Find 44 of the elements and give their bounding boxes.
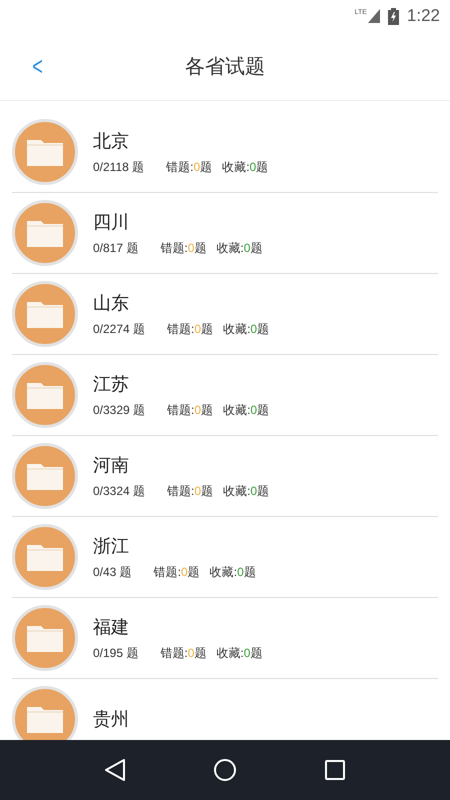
province-item[interactable]: 四川 0/817 题 错题:0题 收藏:0题: [12, 193, 438, 274]
wrong-count: 错题:0题: [167, 320, 214, 338]
progress-count: 0/2274 题: [93, 320, 146, 338]
wrong-count: 错题:0题: [154, 564, 200, 580]
battery-icon: [388, 8, 399, 24]
favorite-count: 收藏:0题: [222, 158, 268, 176]
progress-count: 0/817 题: [93, 240, 138, 256]
wrong-count: 错题:0题: [167, 402, 214, 418]
progress-count: 0/2118 题: [93, 158, 144, 176]
progress-count: 0/43 题: [93, 564, 132, 580]
province-name: 福建: [93, 616, 130, 638]
home-nav-icon[interactable]: [212, 758, 237, 782]
province-name: 山东: [93, 292, 130, 314]
back-nav-icon[interactable]: [104, 758, 126, 782]
wrong-count: 错题:0题: [160, 644, 206, 662]
province-name: 浙江: [93, 534, 130, 558]
favorite-count: 收藏:0题: [216, 240, 262, 256]
clock-time: 1:22: [406, 6, 440, 26]
province-name: 贵州: [93, 708, 129, 731]
wrong-count: 错题:0题: [167, 482, 214, 500]
province-name: 四川: [93, 210, 130, 234]
province-item[interactable]: 山东 0/2274 题 错题:0题 收藏:0题: [12, 274, 438, 355]
favorite-count: 收藏:0题: [216, 644, 262, 662]
signal-icon: [368, 9, 380, 23]
favorite-count: 收藏:0题: [223, 482, 270, 500]
province-name: 河南: [93, 454, 130, 476]
recents-nav-icon[interactable]: [324, 759, 346, 781]
wrong-count: 错题:0题: [166, 158, 212, 176]
favorite-count: 收藏:0题: [223, 402, 270, 418]
province-item[interactable]: 浙江 0/43 题 错题:0题 收藏:0题: [12, 517, 438, 598]
province-name: 江苏: [93, 372, 130, 396]
favorite-count: 收藏:0题: [223, 320, 270, 338]
favorite-count: 收藏:0题: [210, 564, 256, 580]
province-name: 北京: [93, 130, 130, 152]
province-item[interactable]: 北京 0/2118 题 错题:0题 收藏:0题: [12, 112, 438, 193]
province-item[interactable]: 河南 0/3324 题 错题:0题 收藏:0题: [12, 436, 438, 517]
folder-avatar-icon: [12, 686, 78, 740]
progress-count: 0/195 题: [93, 644, 138, 662]
province-item[interactable]: 江苏 0/3329 题 错题:0题 收藏:0题: [12, 355, 438, 436]
progress-count: 0/3324 题: [93, 482, 146, 500]
progress-count: 0/3329 题: [93, 402, 146, 418]
wrong-count: 错题:0题: [160, 240, 206, 256]
province-item[interactable]: 福建 0/195 题 错题:0题 收藏:0题: [12, 598, 438, 679]
page-title: 各省试题: [185, 52, 265, 80]
